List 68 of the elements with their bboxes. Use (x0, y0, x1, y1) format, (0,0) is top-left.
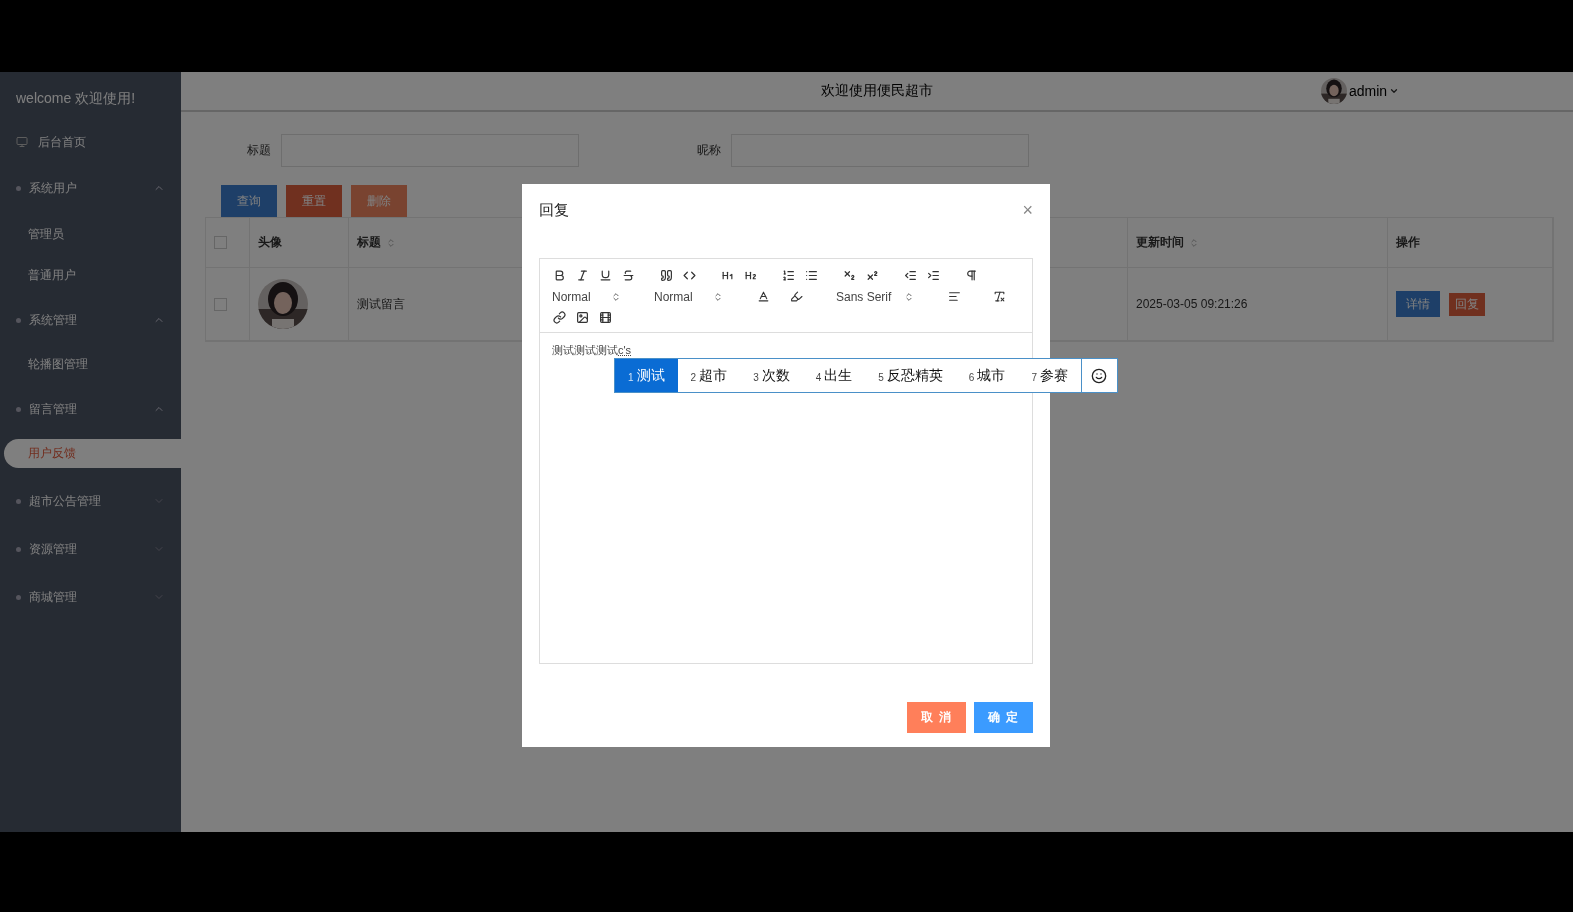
underline-icon[interactable] (598, 268, 612, 283)
row-action-button[interactable]: 回复 (1449, 292, 1485, 316)
sidebar-item[interactable]: 资源管理 (29, 540, 77, 558)
page-title: 欢迎使用便民超市 (821, 82, 933, 100)
sidebar-subitem[interactable]: 管理员 (28, 226, 64, 243)
close-button[interactable]: × (1022, 201, 1033, 219)
font-color-icon[interactable] (756, 289, 770, 304)
strikethrough-icon[interactable] (621, 268, 635, 283)
action-button[interactable]: 删除 (351, 185, 407, 217)
bullet-icon (16, 317, 21, 323)
sidebar-subitem[interactable]: 轮播图管理 (28, 356, 88, 373)
caret-icon (1389, 86, 1400, 96)
emoji-icon[interactable] (1091, 367, 1108, 384)
superscript-icon[interactable] (865, 268, 879, 283)
column-header: 头像 (258, 234, 282, 251)
sidebar-subitem[interactable]: 普通用户 (28, 267, 76, 284)
ime-candidate[interactable]: 1 测试 (615, 359, 678, 392)
subscript-icon[interactable] (842, 268, 856, 283)
column-header: 操作 (1396, 234, 1420, 251)
image-icon[interactable] (575, 310, 589, 325)
sidebar-item[interactable]: 商城管理 (29, 588, 77, 606)
bullet-icon (16, 546, 21, 552)
checkbox[interactable] (214, 236, 227, 249)
link-icon[interactable] (552, 310, 566, 325)
indent-icon[interactable] (926, 268, 940, 283)
format-dropdown[interactable]: Sans Serif (836, 289, 914, 304)
column-header: 更新时间 (1136, 234, 1184, 251)
field-label: 昵称 (697, 142, 721, 159)
numbered-list-icon[interactable] (781, 268, 795, 283)
dropdown-icon (904, 291, 914, 302)
video-icon[interactable] (598, 310, 612, 325)
sidebar-item[interactable]: 留言管理 (29, 400, 77, 418)
sidebar-item[interactable]: 系统用户 (29, 179, 77, 197)
dropdown-icon (611, 291, 621, 302)
italic-icon[interactable] (575, 268, 589, 283)
bullet-icon (16, 594, 21, 600)
bullet-icon (16, 185, 21, 191)
checkbox[interactable] (214, 297, 227, 311)
highlight-icon[interactable] (789, 289, 803, 304)
monitor-icon (16, 136, 28, 148)
table-cell: 测试留言 (357, 295, 405, 313)
cancel-button[interactable]: 取 消 (907, 702, 966, 733)
bullet-list-icon[interactable] (804, 268, 818, 283)
editor-text[interactable]: 测试测试测试c's (552, 343, 1020, 358)
bullet-icon (16, 406, 21, 412)
column-header: 标题 (357, 234, 381, 251)
confirm-button[interactable]: 确 定 (974, 702, 1033, 733)
format-dropdown[interactable]: Normal (552, 289, 621, 304)
outdent-icon[interactable] (903, 268, 917, 283)
bullet-icon (16, 498, 21, 504)
user-name[interactable]: admin (1349, 83, 1388, 99)
sidebar-item[interactable]: 系统管理 (29, 311, 77, 329)
dropdown-icon (713, 291, 723, 302)
sidebar-item[interactable]: 超市公告管理 (29, 492, 101, 510)
quote-icon[interactable] (659, 268, 673, 283)
row-action-button[interactable]: 详情 (1396, 291, 1440, 317)
sidebar-item[interactable]: 后台首页 (38, 133, 86, 151)
field-label: 标题 (247, 142, 271, 159)
format-dropdown[interactable]: Normal (654, 289, 723, 304)
align-left-icon[interactable] (947, 289, 961, 304)
action-button[interactable]: 查询 (221, 185, 277, 217)
table-cell: 2025-03-05 09:21:26 (1136, 297, 1248, 311)
clear-format-icon[interactable] (992, 289, 1006, 304)
dialog-title: 回复 (539, 200, 569, 220)
pilcrow-icon[interactable] (964, 268, 978, 283)
sidebar-subitem[interactable]: 用户反馈 (4, 439, 181, 468)
sidebar-title: welcome 欢迎使用! (15, 89, 137, 108)
action-button[interactable]: 重置 (286, 185, 342, 217)
